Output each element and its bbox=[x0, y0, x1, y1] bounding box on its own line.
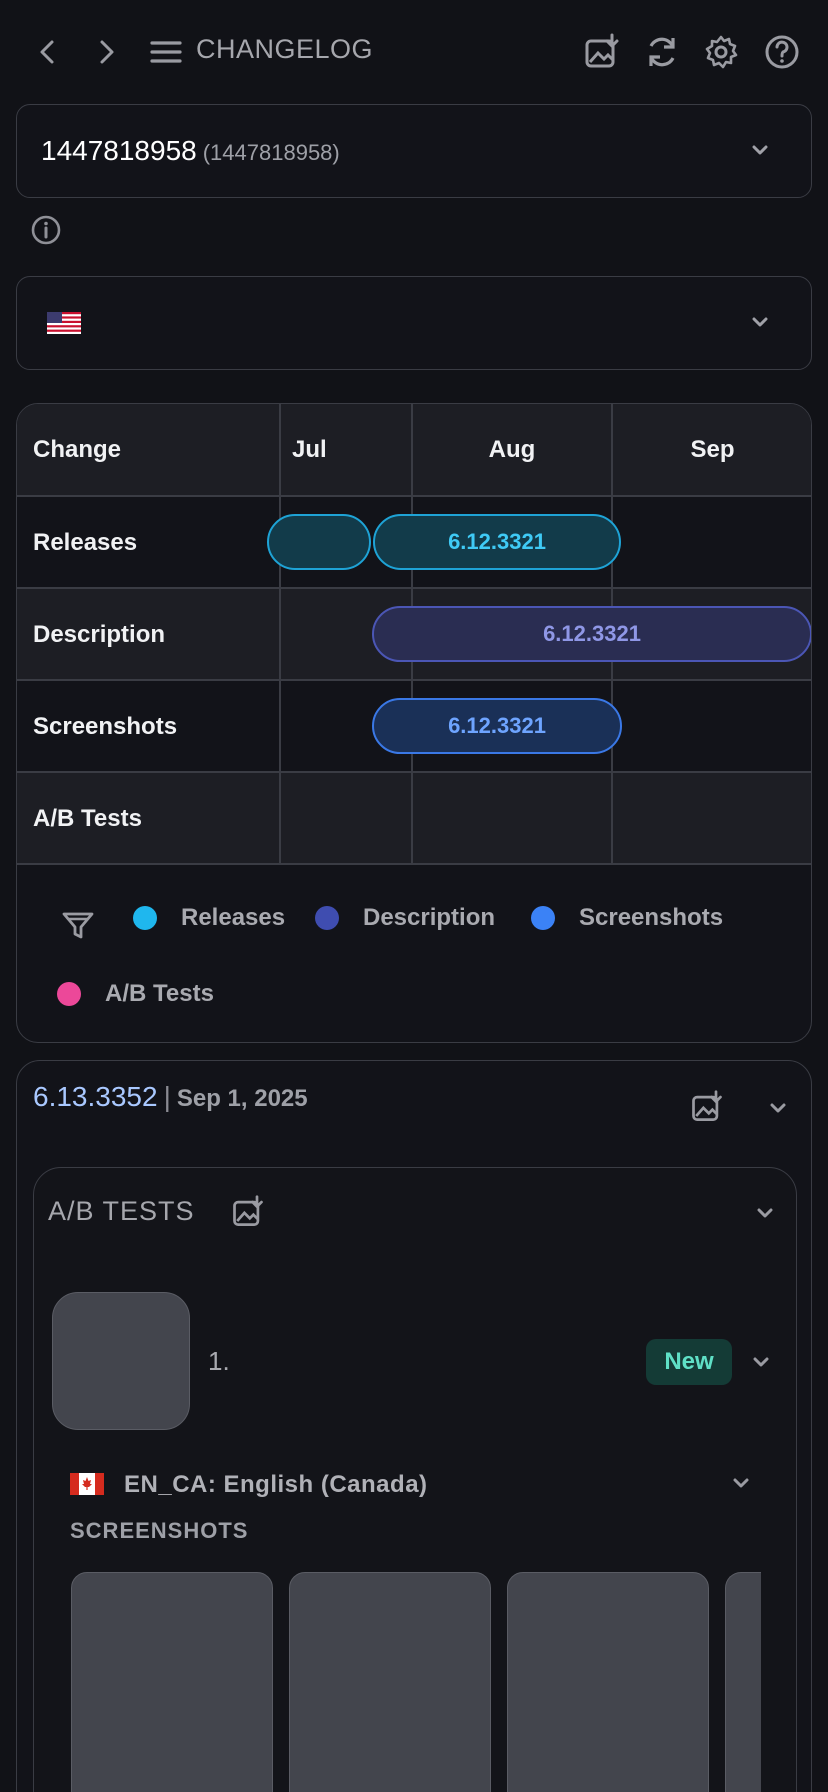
month-sep: Sep bbox=[690, 436, 735, 463]
legend-description[interactable]: Description bbox=[315, 904, 495, 932]
row-label: Releases bbox=[33, 529, 138, 556]
help-icon[interactable] bbox=[762, 32, 802, 72]
screenshot-thumbnail[interactable] bbox=[507, 1572, 709, 1792]
item-number: 1. bbox=[208, 1346, 230, 1376]
divider bbox=[279, 404, 281, 864]
top-bar: CHANGELOG bbox=[0, 0, 828, 104]
divider bbox=[17, 495, 811, 497]
app-id-label: 1447818958 (1447818958) bbox=[41, 135, 340, 167]
legend-dot bbox=[57, 982, 81, 1006]
ab-tests-section: A/B TESTS 1. New EN_CA: English (Canada)… bbox=[33, 1167, 797, 1792]
legend-label: A/B Tests bbox=[105, 980, 214, 1007]
page-title: CHANGELOG bbox=[196, 34, 374, 64]
header-change: Change bbox=[33, 436, 122, 463]
changelog-timeline: Change Jul Aug Sep Releases Description … bbox=[16, 403, 812, 1043]
app-id-sub: (1447818958) bbox=[202, 140, 340, 165]
row-label: Screenshots bbox=[33, 713, 178, 740]
info-icon[interactable] bbox=[30, 214, 62, 246]
ab-tests-title: A/B TESTS bbox=[48, 1196, 195, 1226]
locale-label: EN_CA: English (Canada) bbox=[124, 1471, 428, 1498]
status-badge: New bbox=[646, 1339, 732, 1385]
legend-dot bbox=[315, 906, 339, 930]
legend-dot bbox=[531, 906, 555, 930]
legend-releases[interactable]: Releases bbox=[133, 904, 285, 932]
row-ab-tests: A/B Tests bbox=[17, 772, 811, 864]
version-date: Sep 1, 2025 bbox=[176, 1085, 308, 1112]
chevron-down-icon[interactable] bbox=[730, 1472, 752, 1494]
screenshot-thumbnail[interactable] bbox=[71, 1572, 273, 1792]
screenshots-pill[interactable]: 6.12.3321 bbox=[372, 698, 622, 754]
image-download-icon[interactable] bbox=[689, 1089, 725, 1125]
forward-icon[interactable] bbox=[86, 32, 126, 72]
screenshots-label: SCREENSHOTS bbox=[70, 1518, 249, 1543]
legend-screenshots[interactable]: Screenshots bbox=[531, 904, 723, 932]
chevron-down-icon[interactable] bbox=[750, 1351, 772, 1373]
chevron-down-icon[interactable] bbox=[767, 1097, 789, 1119]
row-label: A/B Tests bbox=[33, 805, 142, 832]
chevron-down-icon bbox=[749, 311, 771, 333]
row-label: Description bbox=[33, 621, 166, 648]
app-select[interactable]: 1447818958 (1447818958) bbox=[16, 104, 812, 198]
canada-flag-icon bbox=[70, 1473, 104, 1495]
app-icon-thumbnail bbox=[52, 1292, 190, 1430]
legend-ab-tests[interactable]: A/B Tests bbox=[57, 980, 214, 1008]
image-download-icon[interactable] bbox=[582, 32, 622, 72]
legend-label: Screenshots bbox=[579, 904, 724, 931]
menu-icon[interactable] bbox=[146, 32, 186, 72]
screenshot-thumbnail[interactable] bbox=[289, 1572, 491, 1792]
divider bbox=[17, 587, 811, 589]
release-pill-previous[interactable] bbox=[267, 514, 371, 570]
version-card: 6.13.3352|Sep 1, 2025 A/B TESTS 1. New bbox=[16, 1060, 812, 1792]
us-flag-icon bbox=[47, 312, 81, 334]
month-aug: Aug bbox=[488, 436, 536, 463]
version-separator: | bbox=[163, 1081, 171, 1112]
image-download-icon[interactable] bbox=[230, 1194, 266, 1230]
chevron-down-icon[interactable] bbox=[754, 1202, 776, 1224]
legend-dot bbox=[133, 906, 157, 930]
back-icon[interactable] bbox=[28, 32, 68, 72]
divider bbox=[17, 863, 811, 865]
release-pill[interactable]: 6.12.3321 bbox=[373, 514, 621, 570]
version-header: 6.13.3352 | Sep 1, 2025 bbox=[33, 1081, 308, 1113]
settings-icon[interactable] bbox=[701, 32, 741, 72]
divider bbox=[17, 679, 811, 681]
month-jul: Jul bbox=[292, 436, 327, 463]
filter-icon[interactable] bbox=[61, 908, 95, 942]
divider bbox=[17, 771, 811, 773]
description-pill[interactable]: 6.12.3321 bbox=[372, 606, 811, 662]
version-number[interactable]: 6.13.3352 bbox=[33, 1081, 158, 1112]
timeline-header: Change Jul Aug Sep bbox=[17, 404, 811, 496]
screenshot-thumbnail[interactable] bbox=[725, 1572, 761, 1792]
app-id: 1447818958 bbox=[41, 135, 197, 166]
legend-label: Description bbox=[363, 904, 496, 931]
legend-label: Releases bbox=[181, 904, 286, 931]
chevron-down-icon bbox=[749, 139, 771, 161]
country-select[interactable] bbox=[16, 276, 812, 370]
refresh-icon[interactable] bbox=[642, 32, 682, 72]
